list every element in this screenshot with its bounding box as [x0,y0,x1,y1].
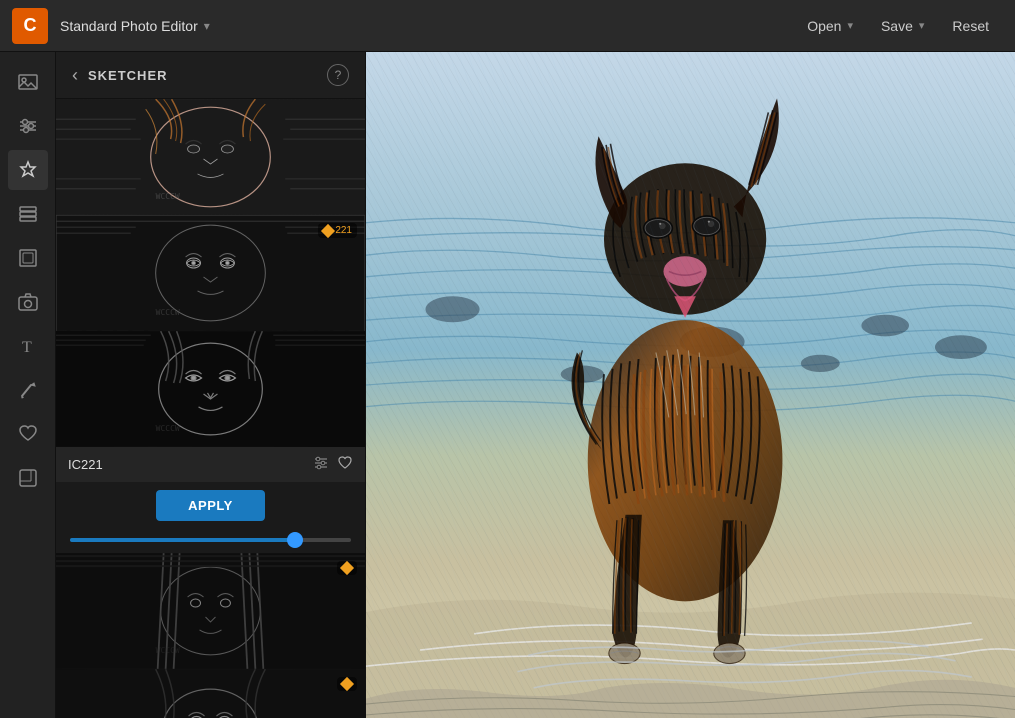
app-title-container[interactable]: Standard Photo Editor ▾ [60,18,210,34]
panel-title: SKETCHER [88,68,327,83]
effects-panel: ‹ SKETCHER ? [56,52,366,718]
filter-thumbnail-ic221: WCCCW [56,331,365,447]
filter-thumbnail-ic300: WCCCW [56,553,365,669]
app-logo: C [12,8,48,44]
open-chevron-icon: ▾ [847,19,853,32]
reset-button[interactable]: Reset [938,12,1003,40]
filter-item-ic300[interactable]: WCCCW [56,553,365,669]
filter-actions [313,455,353,474]
back-button[interactable]: ‹ [72,65,78,86]
filter-favorite-button[interactable] [337,455,353,474]
svg-text:T: T [22,339,32,356]
open-label: Open [807,18,841,34]
save-button[interactable]: Save ▾ [867,12,938,40]
svg-text:WCCCW: WCCCW [156,308,180,317]
svg-text:WCCCW: WCCCW [156,424,180,433]
badge-number: 221 [335,225,352,236]
sticker-tool-button[interactable] [8,458,48,498]
apply-button[interactable]: APPLY [156,490,265,521]
layers-tool-button[interactable] [8,194,48,234]
text-tool-button[interactable]: T [8,326,48,366]
filter-badge-ic200: 221 [318,223,357,238]
premium-diamond-icon-2 [340,561,354,575]
filter-thumbnail-ic100: WCCCW [56,99,365,215]
open-button[interactable]: Open ▾ [793,12,867,40]
effects-tool-button[interactable] [8,150,48,190]
frames-tool-button[interactable] [8,238,48,278]
filter-item-ic400[interactable]: WCCCW [56,669,365,718]
save-label: Save [881,18,913,34]
premium-diamond-icon [321,223,335,237]
active-filter-name: IC221 [68,457,313,472]
main-area: T ‹ SKETCHER ? [0,52,1015,718]
filter-item-ic221[interactable]: WCCCW IC221 [56,331,365,553]
topbar: C Standard Photo Editor ▾ Open ▾ Save ▾ … [0,0,1015,52]
filter-list: WCCCW [56,99,365,718]
help-button[interactable]: ? [327,64,349,86]
filter-thumbnail-ic200: WCCCW 221 [56,215,365,331]
save-chevron-icon: ▾ [919,19,925,32]
intensity-slider-container [68,529,353,547]
premium-diamond-icon-3 [340,677,354,691]
heart-tool-button[interactable] [8,414,48,454]
svg-text:WCCCW: WCCCW [156,192,180,201]
filter-item-ic200[interactable]: WCCCW 221 [56,215,365,331]
image-tool-button[interactable] [8,62,48,102]
filter-badge-ic400 [337,677,357,691]
camera-tool-button[interactable] [8,282,48,322]
adjustments-tool-button[interactable] [8,106,48,146]
intensity-slider[interactable] [70,538,351,542]
app-title-chevron-icon: ▾ [204,19,210,33]
filter-card-footer: IC221 [56,447,365,482]
photo-canvas [366,52,1015,718]
filter-thumbnail-ic400: WCCCW [56,669,365,718]
filter-badge-ic300 [337,561,357,575]
brush-tool-button[interactable] [8,370,48,410]
apply-area: APPLY [56,482,365,553]
icon-bar: T [0,52,56,718]
app-title-text: Standard Photo Editor [60,18,198,34]
svg-text:WCCCW: WCCCW [156,646,180,655]
filter-item-ic100[interactable]: WCCCW [56,99,365,215]
canvas-area [366,52,1015,718]
panel-header: ‹ SKETCHER ? [56,52,365,99]
filter-settings-button[interactable] [313,455,329,474]
